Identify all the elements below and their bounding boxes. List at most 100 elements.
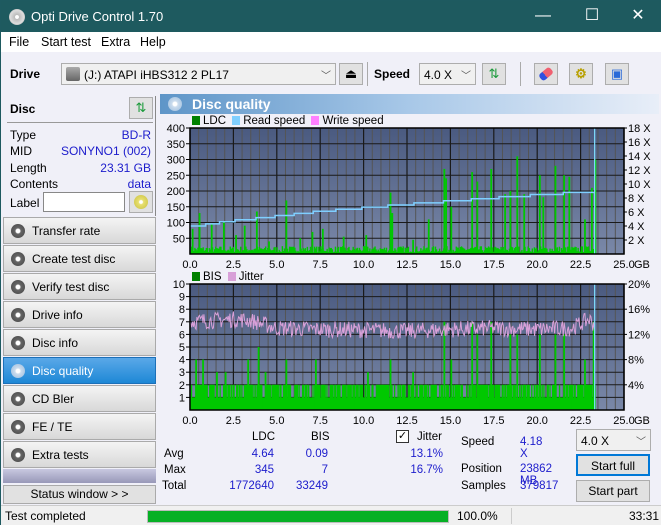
menu-file[interactable]: File (9, 35, 29, 49)
x-tick-label: 20.0 (526, 259, 547, 271)
y-tick-label: 8 (179, 304, 185, 316)
nav-fe-te[interactable]: FE / TE (3, 413, 156, 440)
save-button[interactable]: ▣ (605, 63, 629, 85)
y-tick-label: 2 (179, 380, 185, 392)
y2-tick-label: 12 X (628, 165, 651, 177)
ldc-peak-bar (285, 200, 288, 254)
minimize-button[interactable]: — (528, 6, 558, 26)
bis-peak-bar (247, 359, 250, 410)
disc-refresh-button[interactable]: ⇅ (129, 97, 153, 119)
drive-select[interactable]: (J:) ATAPI iHBS312 2 PL17 ﹀ (61, 63, 336, 85)
y-tick-label: 300 (167, 155, 185, 167)
ldc-peak-bar (443, 168, 446, 254)
x-tick-label: 0.0 (182, 415, 197, 427)
test-speed-select[interactable]: 4.0 X ﹀ (576, 429, 651, 451)
y-tick-label: 1 (179, 392, 185, 404)
close-button[interactable]: ✕ (623, 6, 653, 26)
app-window: Opti Drive Control 1.70 — ☐ ✕ File Start… (0, 0, 661, 525)
refresh-button[interactable]: ⇅ (482, 63, 506, 85)
length-label: Length (10, 161, 47, 175)
drive-info-icon (11, 308, 25, 322)
ldc-peak-bar (509, 191, 512, 254)
nav-disc-info[interactable]: Disc info (3, 329, 156, 356)
col-bis-header: BIS (311, 431, 330, 443)
bis-peak-bar (476, 334, 479, 410)
elapsed-time: 33:31 (629, 509, 660, 523)
speed-value: 4.0 X (424, 68, 453, 82)
sidebar: Disc ⇅ Type BD-R MID SONYNO1 (002) Lengt… (1, 94, 158, 505)
ldc-chart: 50 100 150 200 250 300 350 400 2 X 4 X 6 X 8 X 10 X 1… (167, 123, 652, 271)
eject-icon: ⏏ (344, 66, 358, 81)
y2-tick-label: 8 X (628, 193, 645, 205)
speed-select[interactable]: 4.0 X ﹀ (419, 63, 476, 85)
start-full-button[interactable]: Start full (576, 454, 650, 476)
bis-peak-bar (538, 334, 541, 410)
avg-jitter: 13.1% (410, 448, 443, 460)
nav-cd-bler[interactable]: CD Bler (3, 385, 156, 412)
y2-tick-label: 6 X (628, 207, 645, 219)
y2-tick-label: 18 X (628, 123, 651, 135)
y2-tick-label: 4 X (628, 221, 645, 233)
label-input[interactable] (43, 192, 125, 212)
nav-label: Drive info (32, 308, 83, 322)
y2-tick-label: 4% (628, 380, 644, 392)
ldc-peak-bar (445, 178, 447, 254)
progress-bar (147, 510, 449, 523)
cd-bler-icon (11, 392, 25, 406)
cd-icon (134, 195, 148, 209)
samples-value: 379817 (520, 480, 559, 492)
nav-create-test-disc[interactable]: Create test disc (3, 245, 156, 272)
status-window-button[interactable]: Status window > > (3, 485, 156, 504)
progress-text: 100.0% (457, 509, 498, 523)
ldc-peak-bar (538, 175, 541, 254)
nav-verify-test-disc[interactable]: Verify test disc (3, 273, 156, 300)
ldc-peak-bar (389, 192, 392, 254)
disc-info-panel: Disc ⇅ Type BD-R MID SONYNO1 (002) Lengt… (3, 96, 156, 216)
y-tick-label: 6 (179, 329, 185, 341)
x-tick-label: 7.5 (313, 415, 328, 427)
menu-extra[interactable]: Extra (101, 35, 130, 49)
jitter-checkbox[interactable]: ✓ (396, 430, 409, 443)
nav-disc-quality[interactable]: Disc quality (3, 357, 156, 384)
nav-label: Verify test disc (32, 280, 110, 294)
nav-transfer-rate[interactable]: Transfer rate (3, 217, 156, 244)
menu-bar: File Start test Extra Help (1, 32, 661, 52)
start-part-button[interactable]: Start part (576, 480, 650, 502)
type-value: BD-R (121, 128, 151, 142)
x-axis-unit: GB (634, 415, 650, 427)
ldc-peak-bar (191, 228, 194, 254)
ldc-peak-bar (427, 219, 430, 254)
y2-tick-label: 20% (628, 279, 650, 291)
y-tick-label: 250 (167, 170, 185, 182)
toolbar-divider (520, 62, 521, 86)
maximize-button[interactable]: ☐ (577, 6, 607, 26)
bis-peak-bar (516, 334, 519, 410)
eject-button[interactable]: ⏏ (339, 63, 363, 85)
nav-drive-info[interactable]: Drive info (3, 301, 156, 328)
bis-peak-bar (412, 372, 415, 410)
bis-peak-bar (471, 321, 474, 410)
bis-peak-bar (314, 359, 317, 410)
settings-button[interactable]: ⚙ (569, 63, 593, 85)
erase-button[interactable] (534, 63, 558, 85)
ldc-peak-bar (450, 206, 453, 254)
x-tick-label: 17.5 (483, 415, 504, 427)
samples-label: Samples (461, 480, 506, 492)
y2-tick-label: 16% (628, 304, 650, 316)
label-disc-button[interactable] (129, 191, 153, 213)
speed-stat-label: Speed (461, 436, 495, 448)
avg-label: Avg (164, 448, 184, 460)
ldc-peak-bar (516, 156, 519, 254)
max-bis: 7 (321, 464, 328, 476)
test-speed-value: 4.0 X (581, 434, 610, 448)
ldc-peak-bar (365, 235, 368, 254)
position-label: Position (461, 463, 502, 475)
nav-extra-tests[interactable]: Extra tests (3, 441, 156, 468)
menu-start-test[interactable]: Start test (41, 35, 91, 49)
menu-help[interactable]: Help (140, 35, 166, 49)
floppy-disk-icon: ▣ (610, 66, 624, 81)
x-axis-unit: GB (634, 259, 650, 271)
main-panel: Disc quality LDC Read speed Write speed … (158, 94, 661, 505)
drive-icon (66, 67, 80, 81)
nav-label: Create test disc (32, 252, 116, 266)
